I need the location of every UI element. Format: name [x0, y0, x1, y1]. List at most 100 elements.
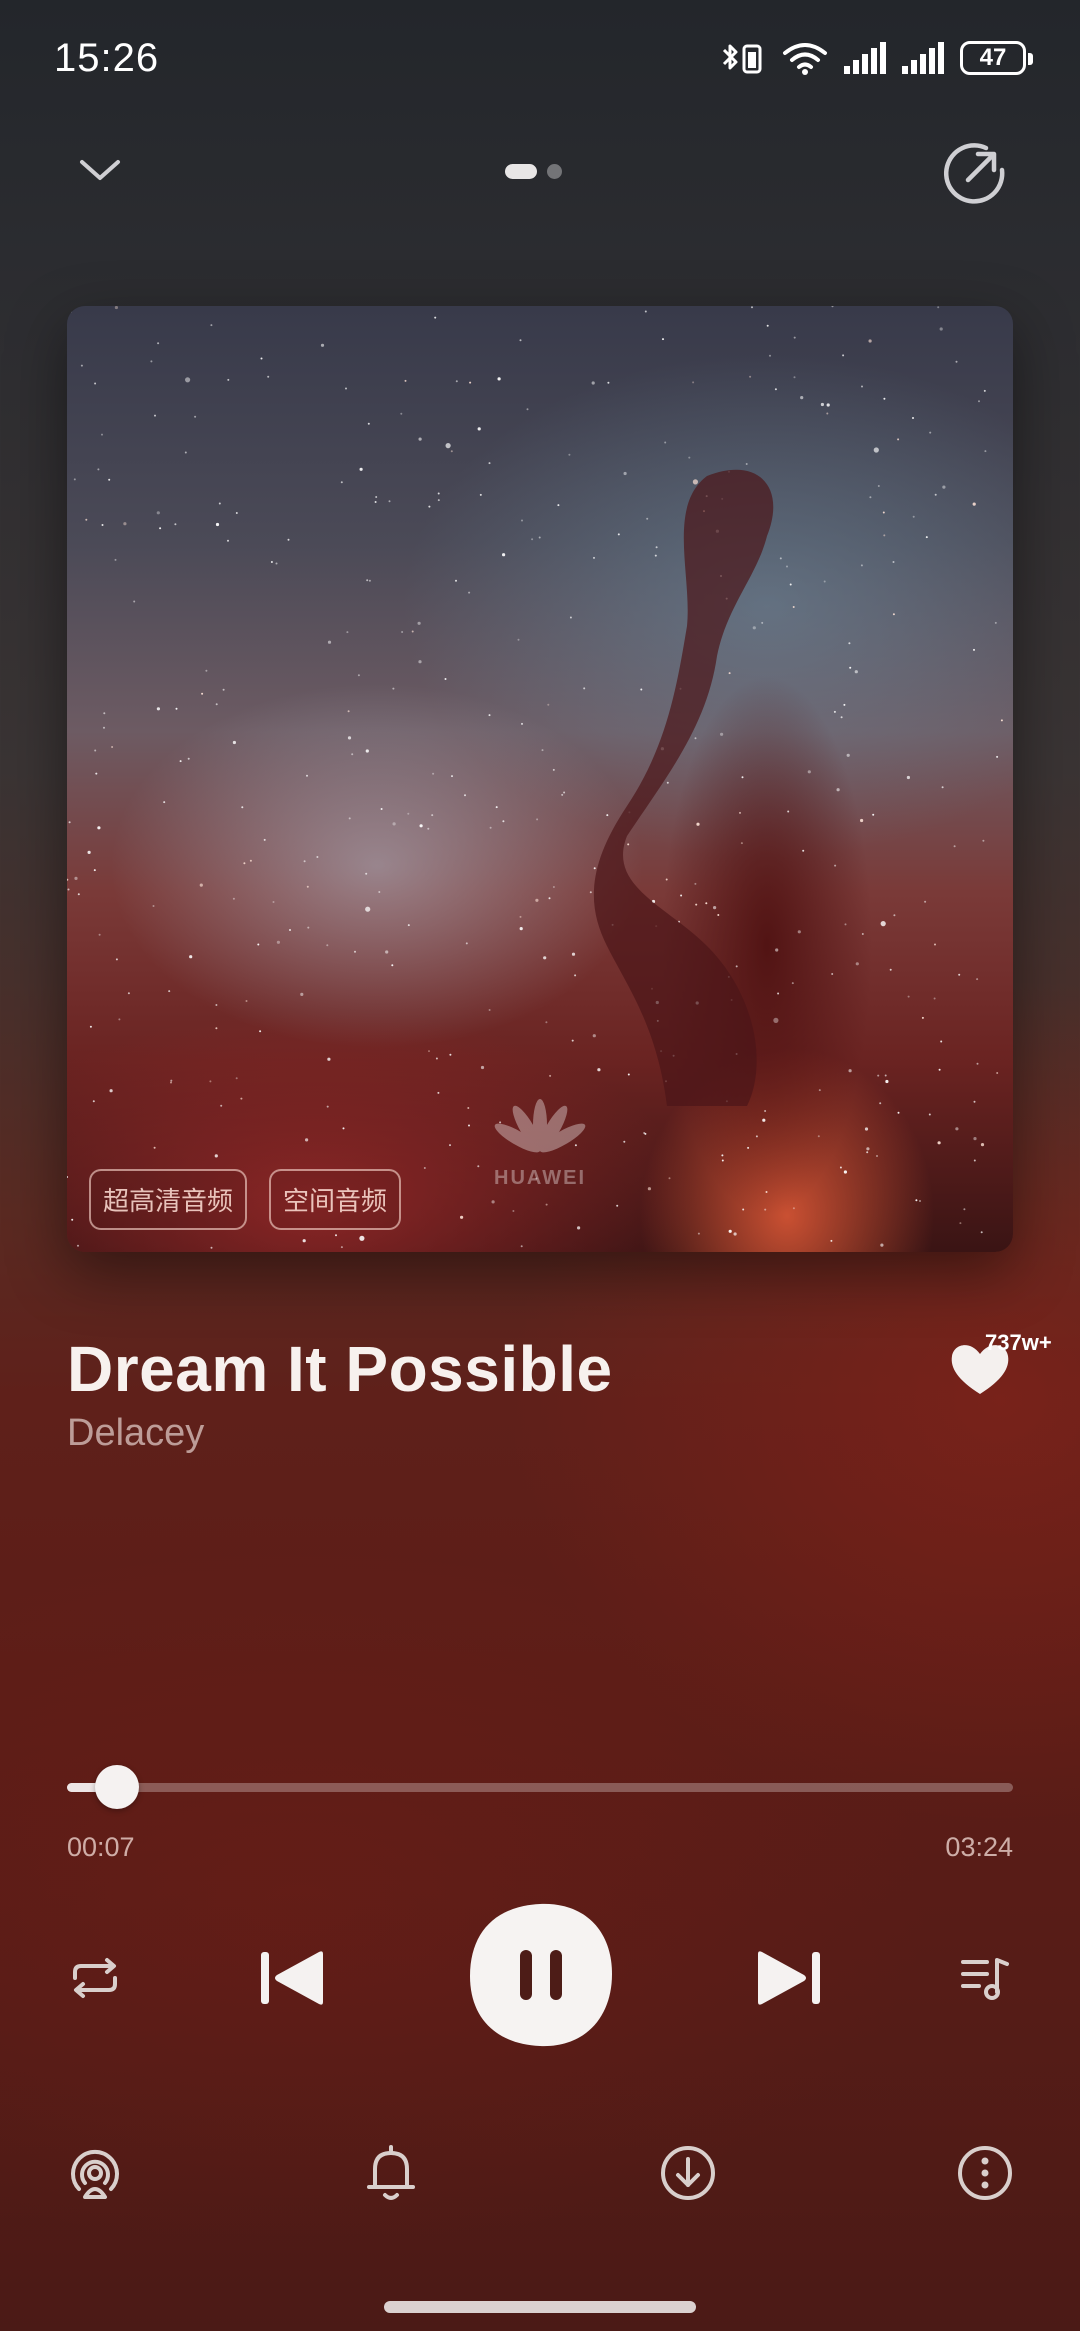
watermark-text: HUAWEI	[494, 1167, 586, 1189]
star	[241, 806, 244, 809]
star	[215, 1027, 218, 1030]
star	[80, 364, 83, 367]
star	[561, 793, 564, 796]
star	[568, 453, 571, 456]
star	[385, 950, 389, 954]
star	[306, 774, 308, 777]
current-time: 00:07	[67, 1832, 135, 1862]
star	[779, 557, 782, 560]
star	[934, 493, 937, 496]
star	[545, 1203, 548, 1206]
star	[235, 512, 238, 514]
star	[728, 1229, 732, 1233]
star	[407, 924, 410, 927]
star	[552, 768, 555, 771]
star	[94, 749, 97, 752]
star	[351, 753, 354, 756]
star	[74, 876, 78, 881]
star	[114, 558, 117, 561]
star	[882, 511, 885, 514]
star	[97, 468, 100, 471]
progress-track[interactable]	[67, 1783, 1013, 1792]
star	[563, 791, 566, 794]
star	[359, 467, 363, 471]
star	[919, 1200, 921, 1202]
star	[606, 814, 609, 817]
star	[860, 564, 863, 567]
alarm-button[interactable]	[361, 2143, 421, 2203]
queue-button[interactable]	[955, 1950, 1015, 2006]
repeat-button[interactable]	[60, 1950, 130, 2006]
hd-audio-badge[interactable]: 超高清音频	[89, 1169, 248, 1230]
album-cover[interactable]: HUAWEI 超高清音频 空间音频	[67, 306, 1013, 1252]
star	[688, 456, 691, 459]
star	[335, 1234, 337, 1237]
star	[654, 554, 657, 557]
spatial-audio-badge[interactable]: 空间音频	[269, 1169, 402, 1230]
star	[764, 1208, 767, 1211]
star	[133, 600, 136, 603]
collapse-button[interactable]	[72, 150, 128, 190]
audio-badges: 超高清音频 空间音频	[89, 1169, 402, 1230]
star	[272, 901, 275, 903]
star	[797, 930, 801, 934]
star	[249, 859, 252, 862]
star	[938, 1068, 941, 1071]
star	[831, 973, 834, 975]
star	[184, 451, 187, 454]
star	[774, 388, 777, 391]
star	[437, 492, 440, 495]
artist-name[interactable]: Delacey	[67, 1412, 204, 1455]
star	[159, 527, 162, 530]
star	[520, 1245, 523, 1248]
star	[593, 867, 596, 870]
star	[437, 1091, 440, 1094]
star	[880, 921, 886, 927]
star	[877, 1074, 880, 1077]
star	[152, 905, 155, 907]
progress-thumb[interactable]	[95, 1765, 140, 1809]
star	[791, 982, 794, 985]
star	[1012, 1245, 1013, 1247]
page-indicator[interactable]	[505, 164, 562, 179]
star	[497, 377, 501, 381]
star	[616, 1204, 619, 1207]
star	[787, 810, 790, 813]
download-button[interactable]	[658, 2143, 718, 2203]
star	[826, 403, 830, 407]
play-pause-button[interactable]	[466, 1900, 616, 2050]
star	[848, 1069, 852, 1073]
star	[340, 1246, 343, 1249]
star	[872, 813, 875, 816]
star	[735, 965, 738, 968]
star	[769, 354, 771, 357]
star	[205, 669, 208, 672]
star	[300, 992, 304, 997]
star	[437, 499, 440, 502]
star	[480, 1065, 485, 1070]
star	[848, 642, 851, 645]
star	[662, 338, 664, 341]
star	[156, 511, 160, 515]
download-icon	[661, 2146, 715, 2200]
star	[549, 1074, 552, 1077]
star	[464, 794, 466, 797]
star	[287, 538, 290, 541]
star	[849, 666, 852, 669]
star	[451, 775, 453, 778]
star	[302, 1239, 306, 1243]
star	[127, 992, 130, 995]
star	[168, 990, 171, 993]
battery-level: 47	[979, 44, 1007, 71]
star	[535, 898, 539, 902]
next-button[interactable]	[750, 1945, 826, 2011]
star	[445, 443, 451, 449]
cast-button[interactable]	[65, 2143, 125, 2203]
more-button[interactable]	[955, 2143, 1015, 2203]
share-button[interactable]	[942, 140, 1008, 206]
star	[392, 822, 396, 826]
star	[98, 933, 101, 936]
home-indicator[interactable]	[384, 2301, 696, 2313]
previous-button[interactable]	[255, 1945, 331, 2011]
star	[593, 556, 595, 559]
